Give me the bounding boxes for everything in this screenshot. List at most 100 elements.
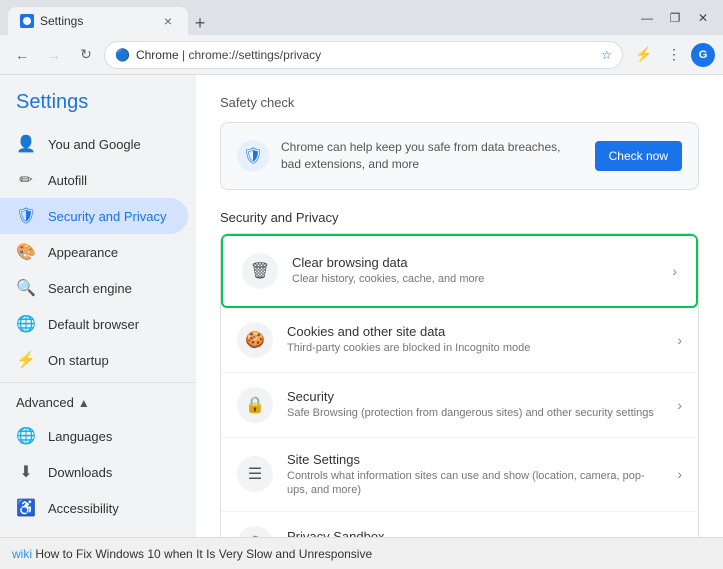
site-settings-desc: Controls what information sites can use …	[287, 469, 663, 498]
sidebar-divider	[0, 382, 196, 383]
advanced-arrow: ▲	[78, 396, 90, 410]
reload-button[interactable]: ↻	[72, 41, 100, 69]
security-privacy-icon: 🛡	[16, 206, 36, 226]
new-tab-button[interactable]: +	[188, 11, 212, 35]
security-title: Security	[287, 389, 663, 404]
sidebar-title: Settings	[0, 83, 196, 126]
sidebar-item-label: Accessibility	[48, 501, 119, 516]
bottom-banner: wiki How to Fix Windows 10 when It Is Ve…	[0, 537, 723, 569]
window-controls: — ❐ ✕	[635, 6, 715, 30]
sidebar-item-system[interactable]: ⚙ System	[0, 526, 188, 537]
languages-icon: 🌐	[16, 426, 36, 446]
chevron-right-icon: ›	[677, 332, 682, 348]
settings-item-text: Clear browsing data Clear history, cooki…	[292, 255, 658, 286]
sidebar-item-you-and-google[interactable]: 👤 You and Google	[0, 126, 188, 162]
nav-bar: ← → ↻ 🔵 Chrome | chrome://settings/priva…	[0, 35, 723, 75]
clear-browsing-icon: 🗑	[242, 253, 278, 289]
safety-description: Chrome can help keep you safe from data …	[281, 139, 583, 173]
restore-button[interactable]: ❐	[663, 6, 687, 30]
sidebar-item-label: On startup	[48, 353, 109, 368]
downloads-icon: ⬇	[16, 462, 36, 482]
address-path: chrome://settings/privacy	[188, 48, 321, 62]
security-icon: 🔒	[237, 387, 273, 423]
sidebar-item-label: Languages	[48, 429, 112, 444]
safety-check-heading: Safety check	[220, 95, 699, 110]
advanced-section[interactable]: Advanced ▲	[0, 387, 196, 418]
minimize-button[interactable]: —	[635, 6, 659, 30]
more-tools-icon[interactable]: ⋮	[661, 42, 687, 68]
site-settings-title: Site Settings	[287, 452, 663, 467]
tab-area: Settings × +	[8, 0, 627, 35]
clear-browsing-desc: Clear history, cookies, cache, and more	[292, 272, 658, 286]
settings-item-text: Cookies and other site data Third-party …	[287, 324, 663, 355]
banner-text: wiki How to Fix Windows 10 when It Is Ve…	[12, 547, 372, 561]
check-now-button[interactable]: Check now	[595, 141, 682, 171]
extensions-icon[interactable]: ⚡	[631, 42, 657, 68]
address-domain: Chrome	[136, 48, 179, 62]
chevron-right-icon: ›	[672, 263, 677, 279]
sidebar-item-downloads[interactable]: ⬇ Downloads	[0, 454, 188, 490]
safety-check-card: 🛡 Chrome can help keep you safe from dat…	[220, 122, 699, 190]
appearance-icon: 🎨	[16, 242, 36, 262]
site-settings-icon: ☰	[237, 456, 273, 492]
main-layout: Settings 👤 You and Google ✏ Autofill 🛡 S…	[0, 75, 723, 537]
sidebar-item-security-privacy[interactable]: 🛡 Security and Privacy	[0, 198, 188, 234]
close-button[interactable]: ✕	[691, 6, 715, 30]
on-startup-icon: ⚡	[16, 350, 36, 370]
sidebar-item-label: Search engine	[48, 281, 132, 296]
clear-browsing-title: Clear browsing data	[292, 255, 658, 270]
sidebar-item-label: Downloads	[48, 465, 112, 480]
search-engine-icon: 🔍	[16, 278, 36, 298]
address-text: Chrome | chrome://settings/privacy	[136, 48, 595, 62]
active-tab[interactable]: Settings ×	[8, 7, 188, 35]
security-desc: Safe Browsing (protection from dangerous…	[287, 406, 663, 420]
safety-shield-icon: 🛡	[237, 140, 269, 172]
you-and-google-icon: 👤	[16, 134, 36, 154]
sidebar-item-accessibility[interactable]: ♿ Accessibility	[0, 490, 188, 526]
sidebar-item-autofill[interactable]: ✏ Autofill	[0, 162, 188, 198]
cookies-title: Cookies and other site data	[287, 324, 663, 339]
chevron-right-icon: ›	[677, 466, 682, 482]
sidebar-item-default-browser[interactable]: 🌐 Default browser	[0, 306, 188, 342]
sidebar-item-languages[interactable]: 🌐 Languages	[0, 418, 188, 454]
sidebar-item-search-engine[interactable]: 🔍 Search engine	[0, 270, 188, 306]
cookies-desc: Third-party cookies are blocked in Incog…	[287, 341, 663, 355]
security-settings-list: 🗑 Clear browsing data Clear history, coo…	[220, 233, 699, 537]
advanced-label: Advanced	[16, 395, 74, 410]
tab-title: Settings	[40, 14, 154, 28]
title-bar: Settings × + — ❐ ✕	[0, 0, 723, 35]
tab-favicon	[20, 14, 34, 28]
settings-item-security[interactable]: 🔒 Security Safe Browsing (protection fro…	[221, 373, 698, 438]
address-security-icon: 🔵	[115, 48, 130, 62]
cookies-icon: 🍪	[237, 322, 273, 358]
settings-content: Safety check 🛡 Chrome can help keep you …	[196, 75, 723, 537]
chevron-right-icon: ›	[677, 397, 682, 413]
settings-item-text: Security Safe Browsing (protection from …	[287, 389, 663, 420]
sidebar-item-appearance[interactable]: 🎨 Appearance	[0, 234, 188, 270]
address-separator: |	[179, 48, 189, 62]
sidebar-item-label: Appearance	[48, 245, 118, 260]
default-browser-icon: 🌐	[16, 314, 36, 334]
settings-item-text: Site Settings Controls what information …	[287, 452, 663, 498]
bookmark-icon[interactable]: ☆	[601, 48, 612, 62]
tab-close-button[interactable]: ×	[160, 13, 176, 29]
settings-item-site-settings[interactable]: ☰ Site Settings Controls what informatio…	[221, 438, 698, 513]
accessibility-icon: ♿	[16, 498, 36, 518]
sidebar: Settings 👤 You and Google ✏ Autofill 🛡 S…	[0, 75, 196, 537]
sidebar-item-on-startup[interactable]: ⚡ On startup	[0, 342, 188, 378]
forward-button[interactable]: →	[40, 41, 68, 69]
sidebar-item-label: Autofill	[48, 173, 87, 188]
settings-item-clear-browsing[interactable]: 🗑 Clear browsing data Clear history, coo…	[226, 239, 693, 303]
settings-item-text: Privacy Sandbox Trial features are on	[287, 529, 658, 537]
privacy-sandbox-icon: 🏖	[237, 526, 273, 537]
address-bar[interactable]: 🔵 Chrome | chrome://settings/privacy ☆	[104, 41, 623, 69]
banner-rest-text: How to Fix Windows 10 when It Is Very Sl…	[32, 547, 372, 561]
settings-item-privacy-sandbox[interactable]: 🏖 Privacy Sandbox Trial features are on …	[221, 512, 698, 537]
profile-avatar[interactable]: G	[691, 43, 715, 67]
sidebar-item-label: You and Google	[48, 137, 141, 152]
privacy-sandbox-title: Privacy Sandbox	[287, 529, 658, 537]
sidebar-item-label: Security and Privacy	[48, 209, 167, 224]
back-button[interactable]: ←	[8, 41, 36, 69]
nav-right-buttons: ⚡ ⋮ G	[631, 42, 715, 68]
settings-item-cookies[interactable]: 🍪 Cookies and other site data Third-part…	[221, 308, 698, 373]
